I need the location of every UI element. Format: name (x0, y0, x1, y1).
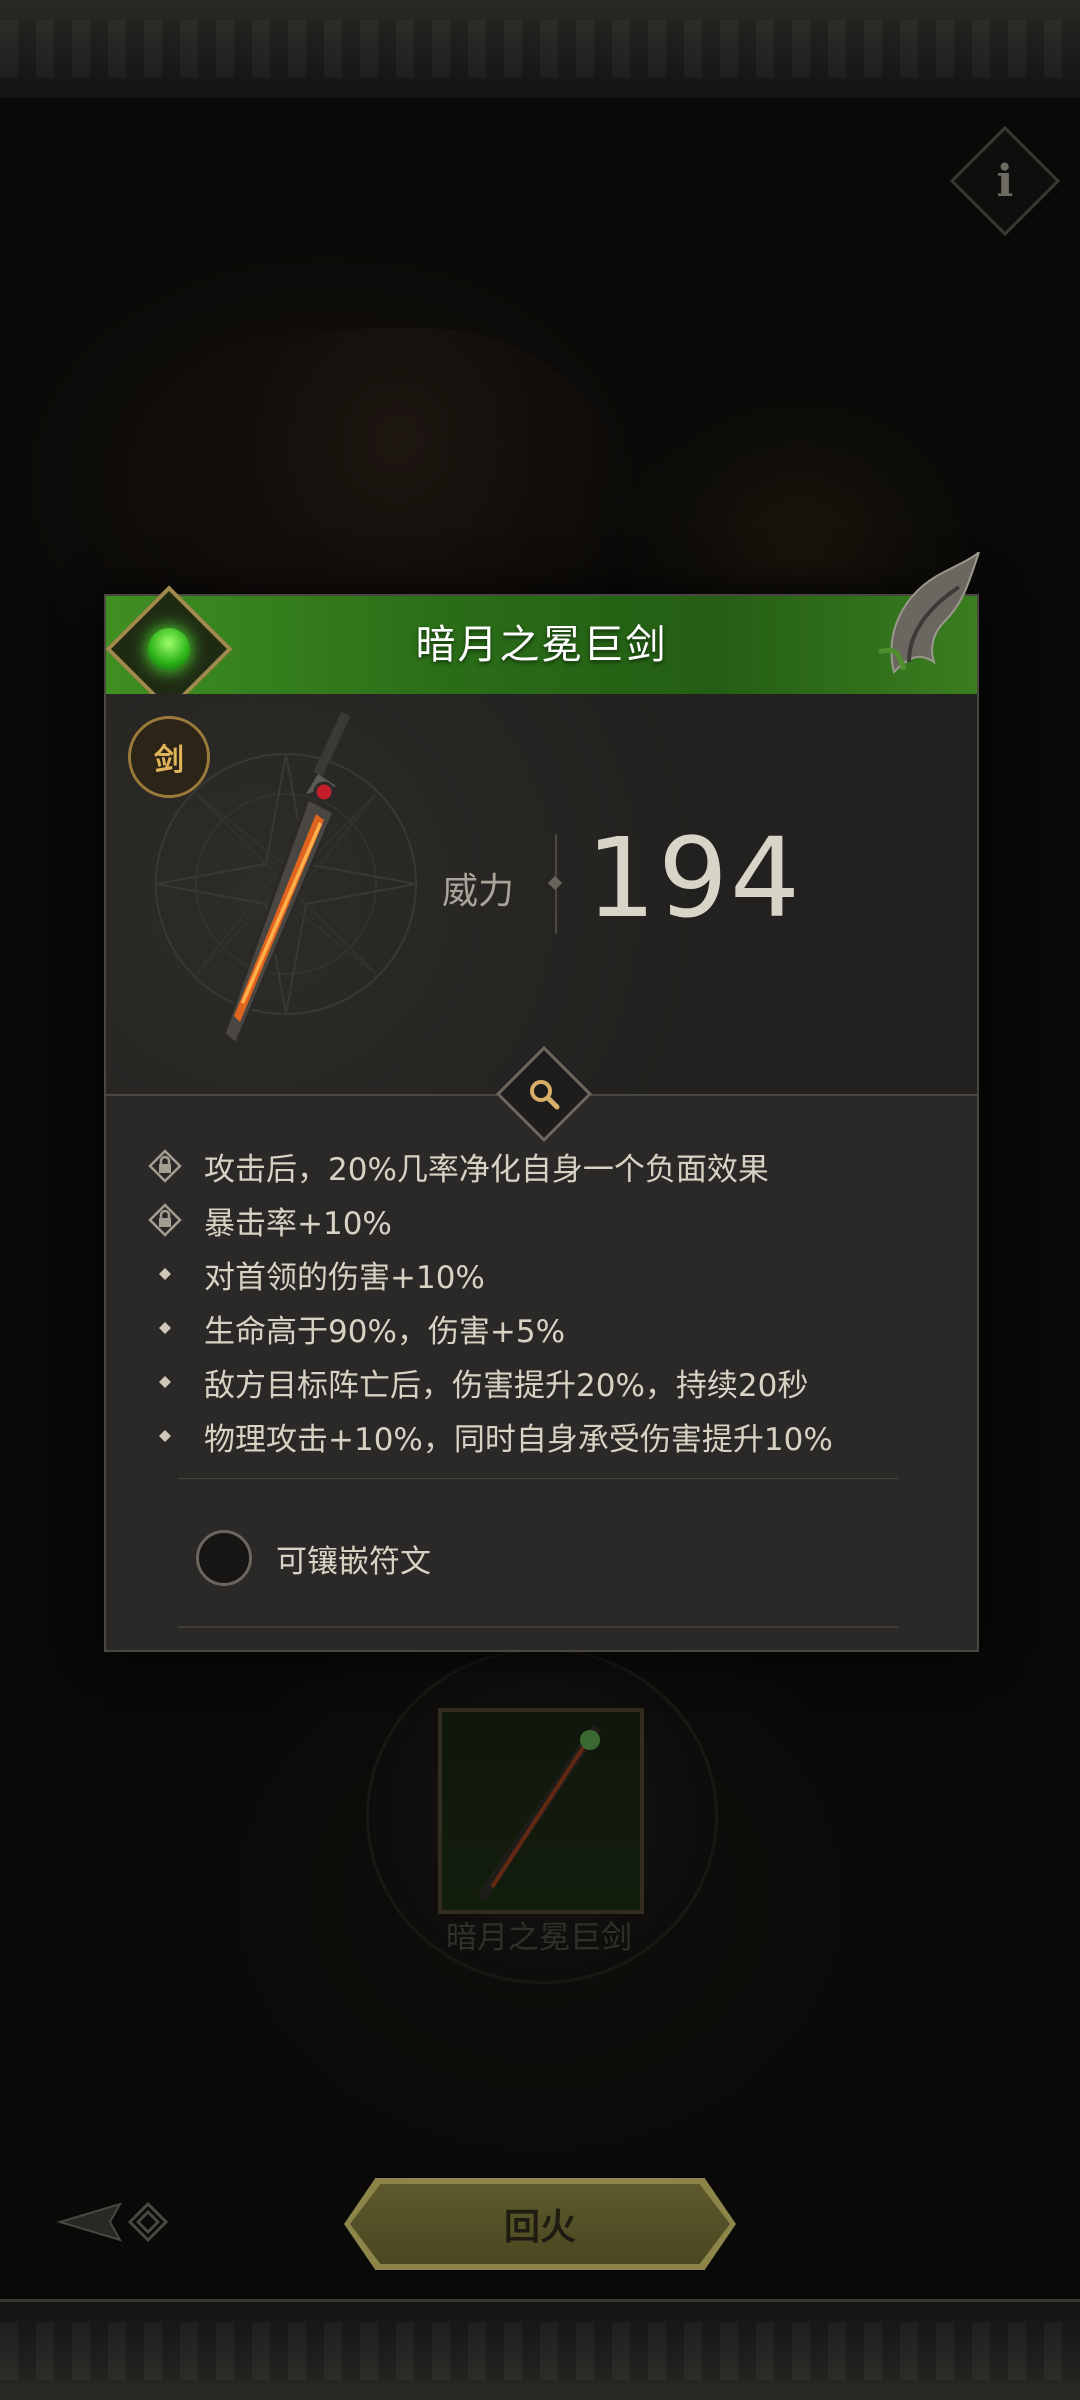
greatsword-image (222, 711, 351, 1047)
diamond-bullet-icon (148, 1419, 192, 1453)
effect-row: 暴击率+10% (148, 1200, 392, 1242)
bottom-frame-bar (0, 2299, 1080, 2400)
back-arrow-icon[interactable] (50, 2182, 170, 2262)
rune-socket-row[interactable]: 可镶嵌符文 (196, 1530, 431, 1586)
lock-icon (148, 1203, 192, 1237)
diamond-bullet-icon (148, 1365, 192, 1399)
diamond-bullet-icon (148, 1311, 192, 1345)
effects-separator (178, 1478, 898, 1479)
diamond-bullet-icon (148, 1257, 192, 1291)
effect-row: 对首领的伤害+10% (148, 1254, 485, 1296)
top-frame-bar (0, 0, 1080, 101)
horn-ornament-icon (878, 552, 980, 674)
stat-divider (555, 834, 557, 934)
effect-row: 敌方目标阵亡后，伤害提升20%，持续20秒 (148, 1362, 808, 1404)
lock-icon (148, 1149, 192, 1183)
item-name: 暗月之冕巨剑 (415, 622, 668, 668)
bottom-separator (178, 1626, 898, 1628)
power-value: 194 (586, 814, 802, 942)
item-title-bar: 暗月之冕巨剑 (106, 596, 977, 696)
item-detail-panel: 暗月之冕巨剑 剑 威力 194 攻击后，20%几率净化自身一个负面效果 暴击率+… (104, 552, 980, 1652)
effect-row: 生命高于90%，伤害+5% (148, 1308, 565, 1350)
temper-button[interactable]: 回火 (350, 2184, 730, 2264)
effect-row: 物理攻击+10%，同时自身承受伤害提升10% (148, 1416, 833, 1458)
effects-section: 攻击后，20%几率净化自身一个负面效果 暴击率+10% 对首领的伤害+10% 生… (106, 1096, 977, 1650)
item-showcase: 剑 威力 194 (106, 694, 977, 1094)
rune-socket-icon[interactable] (196, 1530, 252, 1586)
rune-socket-label: 可镶嵌符文 (276, 1543, 431, 1580)
magnifier-icon (530, 1080, 560, 1110)
effect-row: 攻击后，20%几率净化自身一个负面效果 (148, 1146, 769, 1188)
power-label: 威力 (442, 871, 515, 912)
